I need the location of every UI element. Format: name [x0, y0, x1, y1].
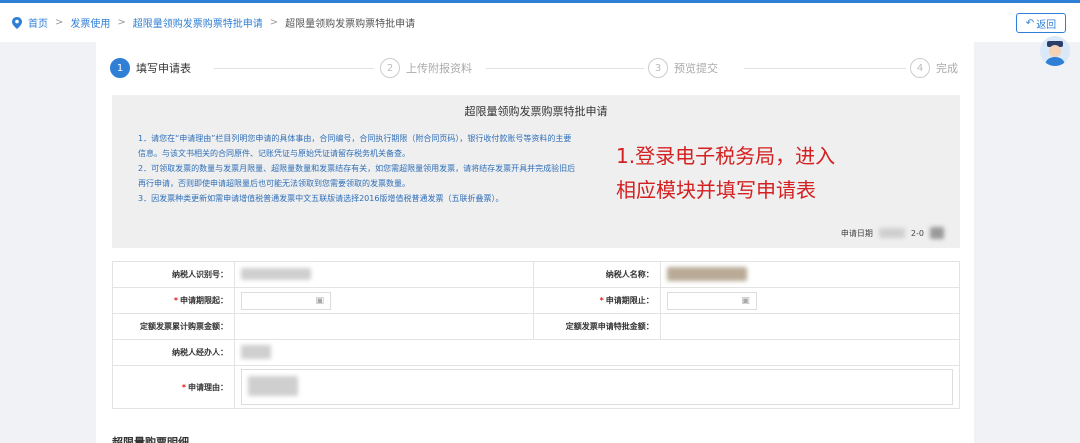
breadcrumb-current: 超限量领购发票购票特批申请 [285, 19, 416, 30]
step-label: 填写申请表 [136, 62, 191, 75]
reason-cell [234, 365, 960, 409]
application-date: 申请日期 2-0 [841, 227, 944, 239]
period-end-label-text: 申请期限止： [605, 296, 654, 305]
application-date-value: 2-0 [910, 228, 924, 238]
handler-value [234, 339, 960, 366]
redacted-value [666, 266, 747, 281]
form-row: 纳税人经办人： [112, 339, 960, 366]
annotation-overlay: 1.登录电子税务局，进入 相应模块并填写申请表 [616, 139, 835, 207]
step-connector [486, 68, 644, 69]
reason-textarea[interactable] [241, 369, 953, 405]
step-indicator: 1 填写申请表 2 上传附报资料 3 预览提交 4 完成 [110, 58, 962, 80]
reason-label-text: 申请理由： [188, 382, 228, 392]
period-end-cell: ▣ [659, 287, 961, 314]
return-icon: ↶ [1025, 17, 1035, 29]
step-label: 预览提交 [674, 62, 718, 75]
step-connector [744, 68, 906, 69]
period-start-label: * 申请期限起： [112, 287, 235, 314]
detail-section-title: 超限量购票明细 [112, 436, 189, 443]
form-row: * 申请理由： [112, 365, 960, 409]
step-number: 3 [648, 58, 668, 78]
annotation-line: 相应模块并填写申请表 [616, 178, 816, 202]
step-label: 完成 [936, 62, 958, 75]
quota-total-value [233, 313, 535, 340]
annotation-line: 1.登录电子税务局，进入 [616, 144, 836, 168]
redacted-value [930, 227, 944, 239]
form-row: 纳税人识别号： 纳税人名称： [112, 261, 961, 288]
breadcrumb-home[interactable]: 首页 [28, 15, 48, 30]
breadcrumb-separator: > [269, 17, 279, 28]
period-start-cell: ▣ [233, 287, 535, 314]
main-card: 1 填写申请表 2 上传附报资料 3 预览提交 4 完成 超限量领购发票购票特批… [96, 42, 974, 443]
breadcrumb-invoice-use[interactable]: 发票使用 [70, 15, 110, 30]
redacted-value [248, 376, 298, 396]
notice-line: 3．因发票种类更新如需申请增值税普通发票中文五联版请选择2016版增值税普通发票… [138, 194, 504, 203]
taxpayer-id-label: 纳税人识别号： [112, 261, 235, 288]
period-end-label: * 申请期限止： [533, 287, 661, 314]
step-connector [214, 68, 374, 69]
step-complete: 4 完成 [910, 58, 958, 78]
avatar[interactable] [1040, 36, 1070, 66]
form-row: 定额发票累计购票金额： 定额发票申请特批金额： [112, 313, 961, 340]
handler-label: 纳税人经办人： [112, 339, 235, 366]
breadcrumb-separator: > [55, 17, 64, 28]
quota-approved-label: 定额发票申请特批金额： [533, 313, 661, 340]
required-mark: * [599, 296, 604, 305]
step-preview: 3 预览提交 [648, 58, 718, 78]
location-pin-icon [12, 16, 22, 29]
breadcrumb-application[interactable]: 超限量领购发票购票特批申请 [133, 15, 263, 30]
step-fill-form: 1 填写申请表 [110, 58, 191, 78]
quota-total-label: 定额发票累计购票金额： [112, 313, 235, 340]
step-number: 4 [910, 58, 930, 78]
step-label: 上传附报资料 [406, 62, 472, 75]
step-number: 1 [110, 58, 130, 78]
period-end-input[interactable]: ▣ [666, 291, 757, 310]
reason-label: * 申请理由： [112, 365, 235, 409]
notice-line: 1．请您在“申请理由”栏目列明您申请的具体事由，合同编号，合同执行期限（附合同页… [138, 134, 572, 158]
required-mark: * [181, 382, 186, 392]
quota-approved-value [659, 313, 961, 340]
period-start-label-text: 申请期限起： [180, 296, 228, 305]
top-bar: 首页 > 发票使用 > 超限量领购发票购票特批申请 > 超限量领购发票购票特批申… [0, 0, 1080, 42]
application-date-label: 申请日期 [840, 228, 873, 238]
redacted-value [241, 344, 271, 359]
back-button-label: 返回 [1036, 19, 1057, 31]
step-number: 2 [380, 58, 400, 78]
calendar-icon: ▣ [741, 295, 750, 306]
redacted-value [241, 267, 311, 280]
breadcrumb: 首页 > 发票使用 > 超限量领购发票购票特批申请 > 超限量领购发票购票特批申… [12, 15, 415, 30]
notice-panel: 超限量领购发票购票特批申请 1．请您在“申请理由”栏目列明您申请的具体事由，合同… [112, 95, 960, 248]
notice-line: 2．可领取发票的数量与发票月限量、超限量数量和发票结存有关，如您需超限量领用发票… [138, 164, 576, 188]
calendar-icon: ▣ [315, 295, 324, 306]
back-button[interactable]: ↶ 返回 [1016, 13, 1066, 33]
taxpayer-name-value [659, 261, 961, 288]
step-upload: 2 上传附报资料 [380, 58, 472, 78]
taxpayer-name-label: 纳税人名称： [533, 261, 661, 288]
notice-title: 超限量领购发票购票特批申请 [464, 105, 608, 118]
period-start-input[interactable]: ▣ [241, 291, 331, 310]
redacted-value [878, 228, 905, 238]
notice-text: 1．请您在“申请理由”栏目列明您申请的具体事由，合同编号，合同执行期限（附合同页… [138, 131, 578, 206]
form-row: * 申请期限起： ▣ * 申请期限止： ▣ [112, 287, 961, 314]
application-form: 纳税人识别号： 纳税人名称： * 申请期限起： ▣ * 申请期限止： ▣ 定额发票累… [112, 261, 961, 409]
required-mark: * [173, 296, 178, 305]
taxpayer-id-value [233, 261, 535, 288]
breadcrumb-separator: > [117, 17, 126, 28]
user-avatar-icon [1045, 41, 1065, 66]
